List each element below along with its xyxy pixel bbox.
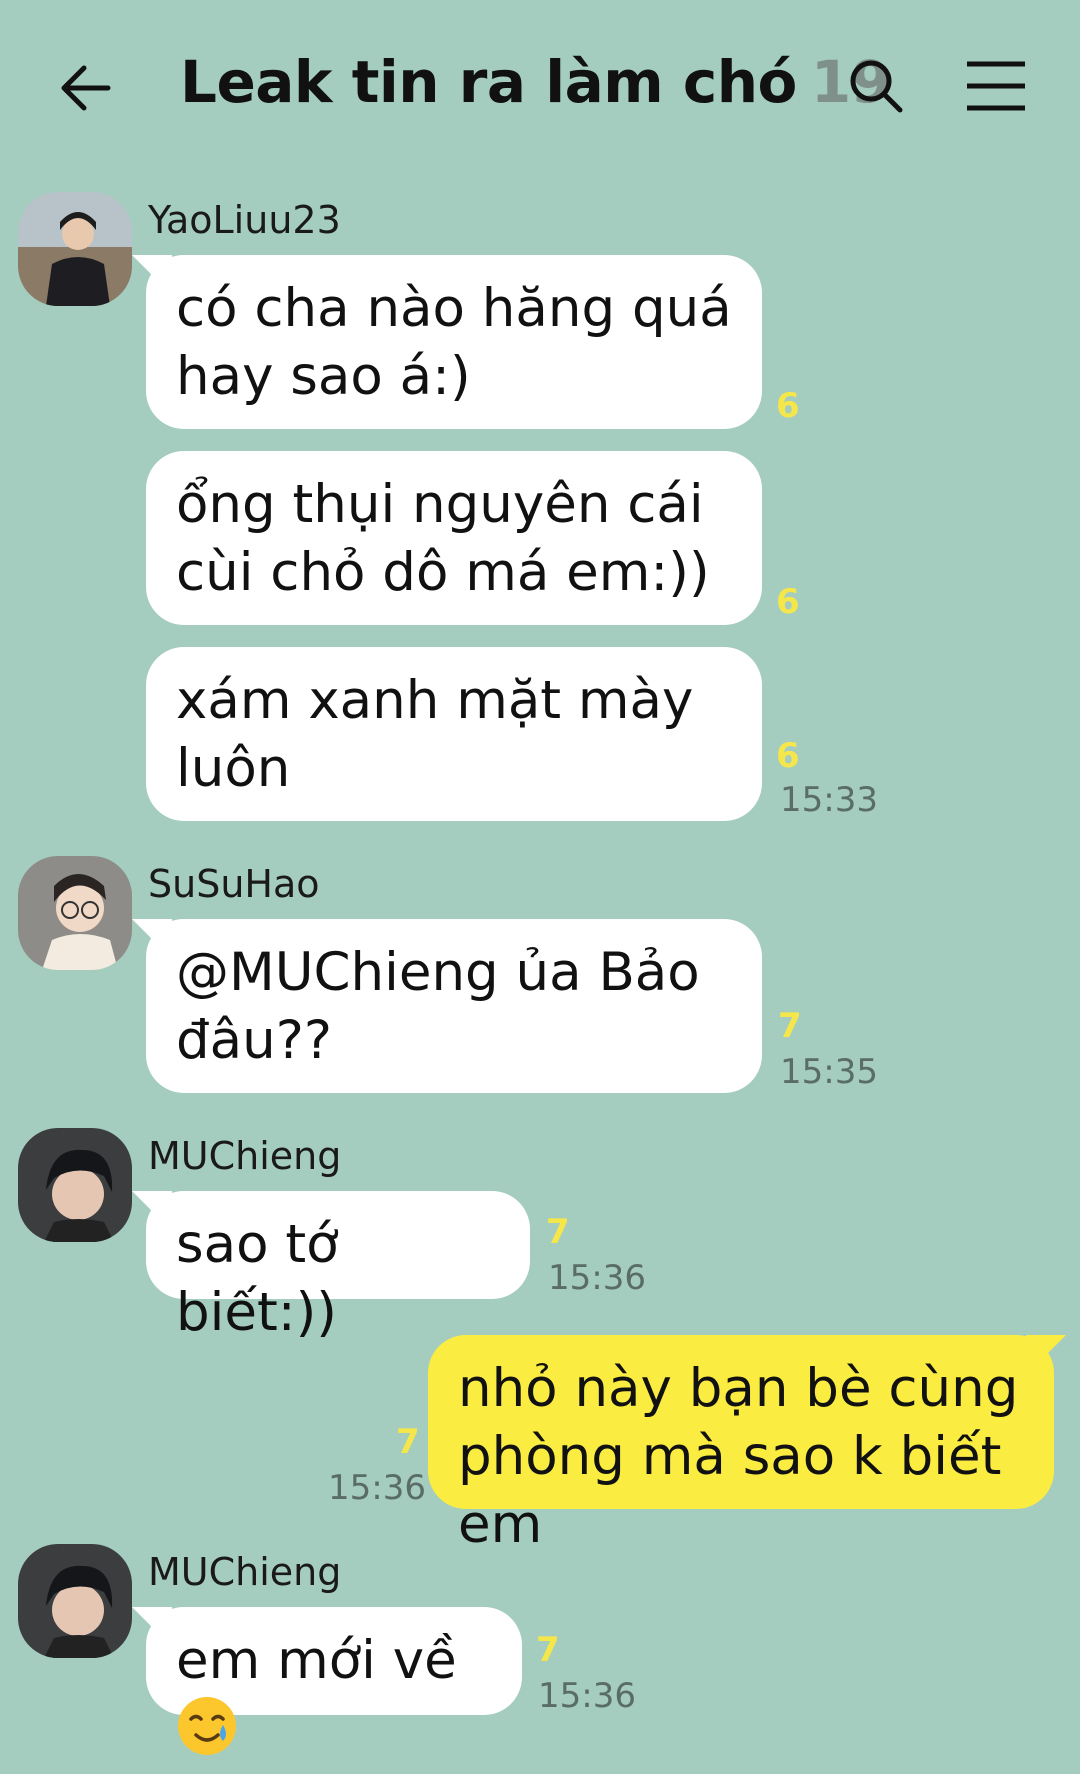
- message-time: 15:36: [548, 1258, 646, 1298]
- unread-count: 6: [776, 386, 800, 426]
- avatar-susuhao[interactable]: [18, 856, 132, 970]
- message-text: có cha nào hăng quá: [176, 278, 732, 339]
- message-text: sao tớ biết:)): [176, 1214, 339, 1343]
- unread-count: 6: [776, 736, 800, 776]
- unread-count: 7: [546, 1212, 570, 1252]
- sender-name: SuSuHao: [148, 862, 320, 906]
- message-text: xám xanh mặt mày: [176, 670, 694, 731]
- chat-header: Leak tin ra làm chó 19: [0, 0, 1080, 170]
- avatar-yaoliuu23[interactable]: [18, 192, 132, 306]
- menu-button[interactable]: [965, 58, 1027, 114]
- message-text: phòng mà sao k biết em: [458, 1426, 1002, 1555]
- menu-icon: [967, 61, 1025, 111]
- sender-name: MUChieng: [148, 1550, 342, 1594]
- message-text: hay sao á:): [176, 346, 471, 407]
- back-button[interactable]: [56, 58, 116, 118]
- message-time: 15:36: [538, 1676, 636, 1716]
- unread-count: 7: [778, 1006, 802, 1046]
- message-text: luôn: [176, 738, 291, 799]
- message-text: @MUChieng ủa Bảo: [176, 942, 700, 1003]
- message-bubble[interactable]: xám xanh mặt mày luôn: [146, 647, 762, 821]
- message-bubble[interactable]: sao tớ biết:)): [146, 1191, 530, 1343]
- my-message-bubble[interactable]: nhỏ này bạn bè cùng phòng mà sao k biết …: [428, 1335, 1054, 1555]
- sender-name: YaoLiuu23: [148, 198, 341, 242]
- smiling-face-with-tear-icon: [176, 1695, 238, 1774]
- search-icon: [850, 60, 903, 113]
- message-text: cùi chỏ dô má em:)): [176, 542, 710, 603]
- message-bubble[interactable]: em mới về: [146, 1607, 522, 1755]
- avatar-muchieng[interactable]: [18, 1128, 132, 1242]
- unread-count: 7: [536, 1630, 560, 1670]
- arrow-left-icon: [61, 65, 111, 111]
- message-time: 15:35: [780, 1052, 878, 1092]
- message-text: ổng thụi nguyên cái: [176, 474, 704, 535]
- message-bubble[interactable]: có cha nào hăng quá hay sao á:): [146, 255, 762, 429]
- sender-name: MUChieng: [148, 1134, 342, 1178]
- message-time: 15:36: [328, 1468, 426, 1508]
- message-bubble[interactable]: @MUChieng ủa Bảo đâu??: [146, 919, 762, 1093]
- read-count: 7: [396, 1422, 420, 1462]
- chat-title: Leak tin ra làm chó 19: [180, 48, 891, 116]
- message-text: em mới về: [176, 1630, 457, 1691]
- search-button[interactable]: [848, 58, 904, 114]
- chat-title-text: Leak tin ra làm chó: [180, 48, 797, 116]
- message-text: đâu??: [176, 1010, 332, 1071]
- message-time: 15:33: [780, 780, 878, 820]
- message-text: nhỏ này bạn bè cùng: [458, 1358, 1019, 1419]
- message-bubble[interactable]: ổng thụi nguyên cái cùi chỏ dô má em:)): [146, 451, 762, 625]
- avatar-muchieng[interactable]: [18, 1544, 132, 1658]
- unread-count: 6: [776, 582, 800, 622]
